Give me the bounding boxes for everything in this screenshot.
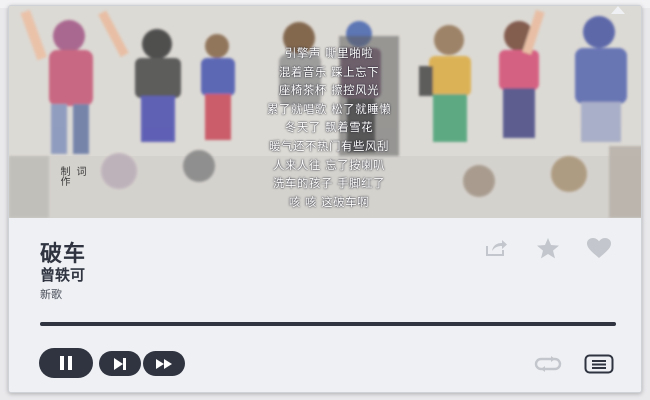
loop-icon — [534, 356, 562, 372]
star-icon — [537, 238, 559, 259]
loop-button[interactable] — [533, 352, 563, 376]
pause-button[interactable] — [39, 348, 93, 378]
playlist-icon — [584, 354, 614, 374]
lyric-line: 冬天了 飘着雪花 — [284, 120, 374, 135]
share-button[interactable] — [482, 236, 510, 260]
fast-forward-icon — [156, 358, 172, 369]
progress-bar[interactable] — [40, 322, 616, 326]
lyric-line: 座椅茶杯 擦控风光 — [278, 83, 380, 98]
lyrics-overlay: 引擎声 嘶里啪啦 混着音乐 踩上忘下 座椅茶杯 擦控风光 累了就唱歌 松了就睡懒… — [199, 44, 459, 211]
share-icon — [486, 240, 507, 256]
track-info-panel: 破车 曾轶可 新歌 — [9, 218, 641, 392]
progress-fill — [40, 322, 616, 326]
next-track-button[interactable] — [99, 351, 141, 376]
music-player-popup: 引擎声 嘶里啪啦 混着音乐 踩上忘下 座椅茶杯 擦控风光 累了就唱歌 松了就睡懒… — [8, 5, 642, 393]
pause-icon — [60, 356, 72, 370]
like-button[interactable] — [585, 236, 613, 260]
lyric-line: 洗车的孩子 手脚红了 — [272, 176, 386, 191]
playlist-button[interactable] — [584, 352, 614, 376]
song-artist[interactable]: 曾轶可 — [40, 264, 85, 285]
popup-caret — [611, 6, 625, 14]
lyric-line: 暖气还不热门有些风刮 — [269, 138, 389, 153]
lyric-line: 累了就唱歌 松了就睡懒 — [266, 101, 392, 116]
fast-forward-button[interactable] — [143, 351, 185, 376]
heart-icon — [587, 238, 611, 258]
song-album[interactable]: 新歌 — [40, 286, 62, 302]
lyric-line: 混着音乐 踩上忘下 — [278, 64, 380, 79]
next-track-icon — [114, 357, 126, 370]
favorite-star-button[interactable] — [534, 236, 562, 260]
lyric-line: 引擎声 嘶里啪啦 — [284, 46, 374, 60]
lyric-line: 咳 咳 这破车啊 — [288, 194, 370, 209]
artwork-credit: 制作 — [58, 166, 69, 186]
lyric-line: 人来人往 忘了按喇叭 — [272, 157, 386, 172]
artwork-credit: 词 — [74, 166, 85, 176]
album-artwork: 引擎声 嘶里啪啦 混着音乐 踩上忘下 座椅茶杯 擦控风光 累了就唱歌 松了就睡懒… — [9, 6, 641, 218]
